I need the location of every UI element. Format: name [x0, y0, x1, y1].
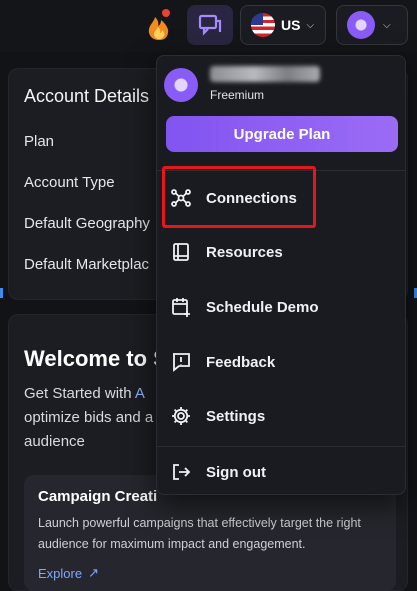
notification-dot [162, 9, 170, 17]
account-details-title: Account Details [24, 86, 150, 106]
welcome-text: Get Started with [24, 385, 135, 402]
sign-out-icon [173, 464, 191, 480]
default-marketplace-label: Default Marketplac [24, 256, 150, 273]
locale-label: US [281, 17, 301, 33]
calendar-plus-icon [172, 298, 190, 317]
menu-item-resources[interactable]: Resources [170, 240, 283, 264]
menu-item-label: Resources [206, 243, 283, 261]
account-type-label: Account Type [24, 174, 115, 191]
campaign-creation-title: Campaign Creati [38, 488, 158, 505]
gear-icon [172, 407, 190, 425]
menu-item-sign-out[interactable]: Sign out [170, 460, 266, 484]
upgrade-plan-button[interactable]: Upgrade Plan [166, 116, 398, 152]
welcome-title: Welcome to S [24, 346, 168, 371]
menu-item-label: Schedule Demo [206, 298, 319, 316]
chat-icon [198, 14, 222, 36]
us-flag-icon [251, 13, 275, 37]
chat-button[interactable] [187, 5, 233, 45]
feedback-icon [173, 353, 190, 372]
arrow-up-right-icon: ↗ [88, 565, 99, 580]
default-geography-label: Default Geography [24, 215, 150, 232]
explore-link[interactable]: Explore ↗ [38, 565, 99, 581]
book-icon [173, 243, 189, 261]
plan-name: Freemium [210, 88, 265, 102]
campaign-creation-description: Launch powerful campaigns that effective… [38, 516, 361, 551]
menu-item-label: Settings [206, 407, 266, 425]
welcome-accent-text: A [134, 385, 145, 402]
menu-item-schedule-demo[interactable]: Schedule Demo [170, 295, 319, 319]
menu-item-settings[interactable]: Settings [170, 404, 265, 428]
chevron-down-icon: ⌵ [306, 19, 315, 31]
menu-divider [157, 446, 405, 447]
menu-item-label: Sign out [206, 463, 266, 481]
plan-label: Plan [24, 133, 55, 150]
menu-item-label: Feedback [206, 353, 276, 371]
profile-menu-button[interactable]: ⌵ [336, 5, 408, 45]
locale-selector[interactable]: US ⌵ [240, 5, 326, 45]
menu-avatar [164, 68, 198, 102]
menu-item-feedback[interactable]: Feedback [170, 350, 275, 374]
explore-label: Explore [38, 565, 83, 581]
avatar [347, 11, 375, 39]
welcome-text-line3: audience [24, 433, 85, 450]
chevron-down-icon: ⌵ [383, 19, 391, 31]
welcome-paragraph: Get Started with A optimize bids and a a… [24, 382, 153, 454]
welcome-text-line2: optimize bids and a [24, 409, 154, 426]
edge-marker [0, 288, 3, 298]
highlight-annotation [162, 166, 316, 228]
redacted-username [210, 66, 320, 82]
